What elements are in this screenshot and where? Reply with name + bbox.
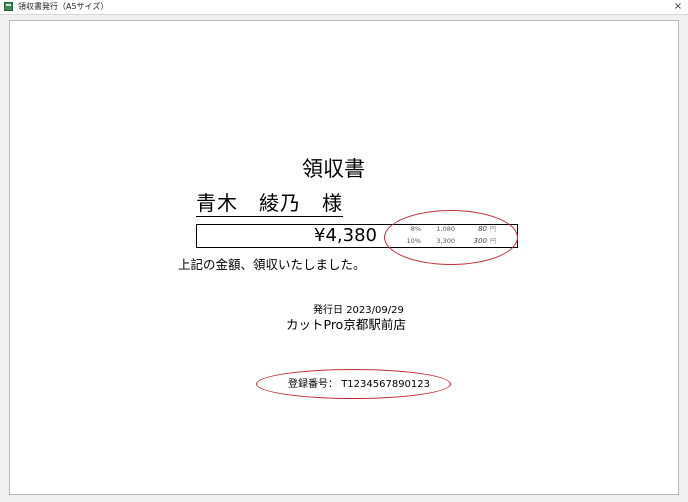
window-title: 領収書発行（A5サイズ） — [18, 2, 109, 11]
issue-date: 2023/09/29 — [346, 305, 404, 316]
issue-date-line: 発行日 2023/09/29 — [313, 304, 404, 317]
shop-name: カットPro京都駅前店 — [286, 317, 406, 332]
acknowledgement-text: 上記の金額、領収いたしました。 — [178, 257, 366, 272]
receipt-title: 領収書 — [302, 157, 365, 181]
registration-highlight — [256, 369, 451, 399]
app-icon — [4, 2, 13, 11]
issue-date-label: 発行日 — [313, 305, 343, 316]
close-button[interactable]: × — [668, 0, 688, 14]
tax-row-8: 8% 1,080 80 円 — [0, 225, 688, 235]
recipient-name: 青木 綾乃 様 — [196, 191, 343, 217]
window-titlebar: 領収書発行（A5サイズ） × — [0, 0, 688, 15]
tax-row-10: 10% 3,300 300 円 — [0, 237, 688, 247]
tax-breakdown-highlight — [384, 210, 518, 265]
